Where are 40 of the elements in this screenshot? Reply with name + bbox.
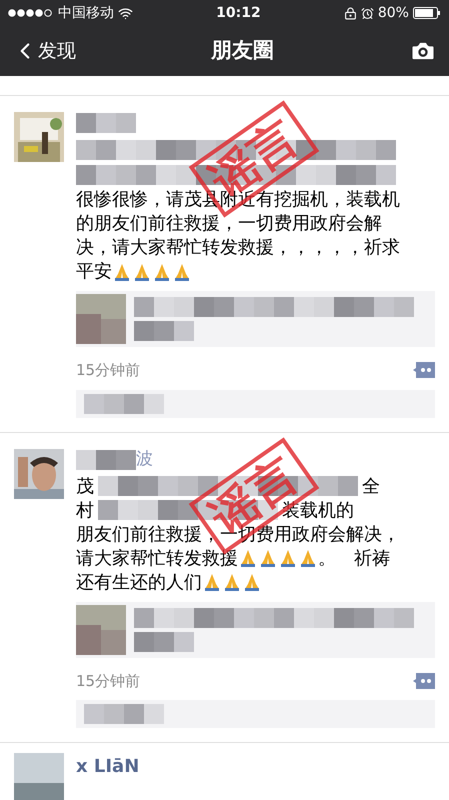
carrier-name: 中国移动	[58, 4, 114, 22]
praying-hands-icon	[238, 548, 258, 568]
praying-hands-icon	[152, 262, 172, 282]
post-text: 村	[76, 498, 94, 522]
post-time: 15分钟前	[76, 670, 140, 692]
battery-percent: 80%	[378, 4, 409, 22]
battery-icon	[412, 7, 441, 19]
praying-hands-icon	[172, 262, 192, 282]
praying-hands-icon	[132, 262, 152, 282]
praying-hands-icon	[242, 572, 262, 592]
praying-hands-icon	[222, 572, 242, 592]
praying-hands-icon	[278, 548, 298, 568]
praying-hands-icon	[202, 572, 222, 592]
blurred-text-drawing	[76, 113, 136, 133]
lock-icon	[344, 6, 357, 20]
blurred-text-drawing	[134, 321, 194, 341]
signal-icon	[8, 9, 54, 17]
praying-hands-icon	[258, 548, 278, 568]
user-name[interactable]: x LIāN	[76, 753, 140, 780]
user-name[interactable]: 波	[136, 451, 153, 468]
link-preview[interactable]	[76, 291, 435, 347]
praying-hands-icon	[298, 548, 318, 568]
back-button[interactable]: 发现	[12, 36, 76, 66]
post-text: 平安	[76, 260, 112, 283]
post-text: 。 祈祷	[318, 546, 390, 570]
page-title: 朋友圈	[211, 37, 274, 64]
praying-hands-icon	[112, 262, 132, 282]
comment-icon[interactable]	[413, 672, 435, 689]
post-text: 决，请大家帮忙转发救援，，，，，祈求	[76, 236, 400, 259]
comment-icon[interactable]	[413, 362, 435, 378]
alarm-icon	[360, 6, 374, 20]
wifi-icon	[118, 6, 133, 20]
blurred-text-drawing	[134, 632, 194, 652]
clock: 10:12	[216, 4, 261, 22]
link-preview[interactable]	[76, 602, 435, 658]
post-text: 还有生还的人们	[76, 570, 202, 594]
post-text: 茂	[76, 474, 94, 498]
post-time: 15分钟前	[76, 360, 140, 381]
post-text: 全	[362, 474, 380, 498]
blurred-text-drawing	[76, 450, 136, 470]
